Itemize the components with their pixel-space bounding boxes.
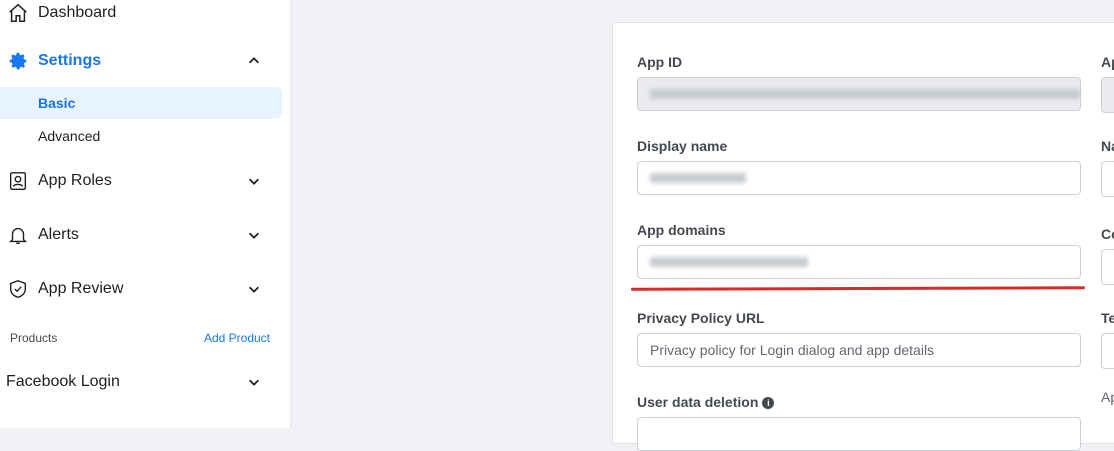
redacted-value [650,173,746,183]
app-id-field[interactable] [637,77,1081,111]
user-data-deletion-field[interactable] [637,417,1081,451]
sidebar-subitem-advanced[interactable]: Advanced [0,120,282,152]
id-badge-icon [6,169,30,193]
gear-icon [6,49,30,73]
chevron-down-icon[interactable] [246,173,262,189]
sidebar-item-label: Dashboard [38,4,117,21]
sidebar-item-dashboard[interactable]: Dashboard [0,0,290,26]
app-domains-field[interactable] [637,245,1081,279]
bell-icon [6,223,30,247]
basic-settings-card: App ID Display name App domains Privacy … [612,22,1114,451]
sidebar-subitem-basic[interactable]: Basic [0,87,282,119]
redacted-value [650,89,1080,99]
sidebar-item-label: Settings [38,52,102,69]
right-col-label-3: Co [1101,226,1114,242]
right-col-label-1: Ap [1101,54,1114,70]
right-col-field-1[interactable] [1101,77,1114,113]
privacy-policy-placeholder: Privacy policy for Login dialog and app … [650,342,935,358]
right-col-field-4[interactable] [1101,333,1114,369]
sidebar-item-label: Facebook Login [6,373,120,390]
user-data-deletion-label: User data deletion i [637,394,775,410]
sidebar-subitem-label: Advanced [38,128,101,144]
app-domains-label: App domains [637,222,726,238]
info-icon[interactable]: i [762,397,775,410]
home-icon [6,1,30,25]
app-id-label: App ID [637,54,683,70]
sidebar-item-label: App Review [38,280,124,297]
privacy-policy-field[interactable]: Privacy policy for Login dialog and app … [637,333,1081,367]
sidebar: Dashboard Settings Basic Advanced App Ro… [0,0,291,428]
display-name-field[interactable] [637,161,1081,195]
highlight-underline [630,286,1086,291]
right-col-label-4: Te [1101,310,1114,326]
user-data-deletion-text: User data deletion [637,394,759,410]
chevron-down-icon[interactable] [246,281,262,297]
products-header: Products Add Product [10,331,270,345]
chevron-down-icon[interactable] [246,374,262,390]
sidebar-item-alerts[interactable]: Alerts [0,222,290,248]
chevron-down-icon[interactable] [246,227,262,243]
products-label: Products [10,331,58,345]
redacted-value [650,257,808,267]
sidebar-item-app-review[interactable]: App Review [0,276,290,302]
sidebar-subitem-label: Basic [38,95,76,111]
sidebar-item-settings[interactable]: Settings [0,48,290,74]
sidebar-item-label: App Roles [38,172,112,189]
shield-check-icon [6,277,30,301]
right-col-field-3[interactable] [1101,249,1114,285]
right-col-label-2: Na [1101,138,1114,154]
display-name-label: Display name [637,138,728,154]
right-col-label-5: Ap [1101,389,1114,405]
sidebar-item-label: Alerts [38,226,79,243]
privacy-policy-label: Privacy Policy URL [637,310,765,326]
sidebar-item-app-roles[interactable]: App Roles [0,168,290,194]
sidebar-item-facebook-login[interactable]: Facebook Login [0,369,290,395]
right-col-field-2[interactable] [1101,161,1114,197]
add-product-link[interactable]: Add Product [204,331,270,345]
chevron-up-icon[interactable] [246,53,262,69]
